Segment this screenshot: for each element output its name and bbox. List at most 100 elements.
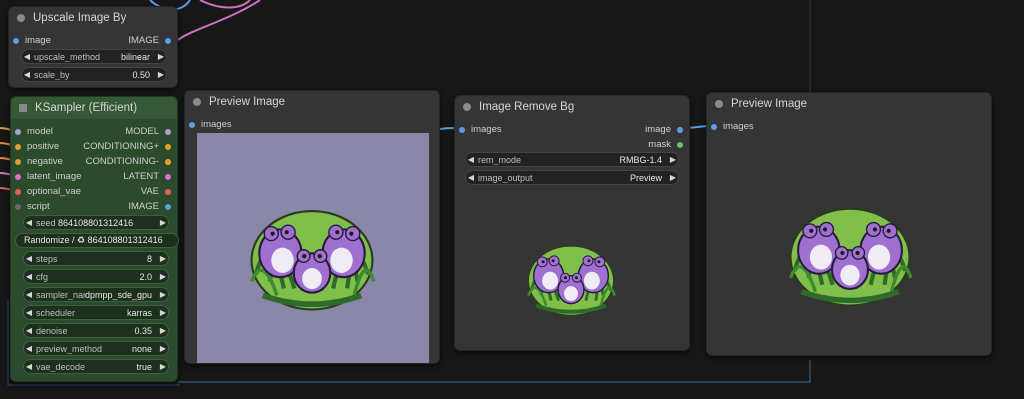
ks-cfg-widget[interactable]: ◀ cfg 2.0 ▶ — [23, 269, 169, 284]
preview-image-node-2[interactable]: Preview Image images — [706, 92, 992, 356]
arrow-left-icon[interactable]: ◀ — [24, 290, 34, 299]
arrow-right-icon[interactable]: ▶ — [156, 52, 166, 61]
preview1-input-images[interactable]: images — [189, 117, 232, 132]
output-socket-icon[interactable] — [165, 143, 171, 150]
image-output-widget[interactable]: ◀ image_output Preview ▶ — [465, 170, 679, 185]
widget-value: 0.50 — [132, 69, 150, 80]
ks-output-cond-neg[interactable]: CONDITIONING- — [86, 154, 171, 169]
ks-output-image[interactable]: IMAGE — [128, 199, 171, 214]
arrow-right-icon[interactable]: ▶ — [156, 70, 166, 79]
arrow-right-icon[interactable]: ▶ — [158, 254, 168, 263]
preview-image-node-1[interactable]: Preview Image images — [184, 90, 440, 364]
upscale-input-image[interactable]: image — [13, 33, 51, 48]
arrow-right-icon[interactable]: ▶ — [158, 362, 168, 371]
seed-value: 864108801312416 — [58, 217, 134, 228]
removebg-output-image[interactable]: image — [645, 122, 683, 137]
arrow-left-icon[interactable]: ◀ — [24, 272, 34, 281]
input-label: image — [25, 35, 51, 46]
arrow-left-icon[interactable]: ◀ — [24, 254, 34, 263]
ks-input-negative[interactable]: negative — [15, 154, 63, 169]
input-socket-icon[interactable] — [15, 188, 21, 195]
ks-randomize-widget[interactable]: Randomize / ♻ 864108801312416 — [15, 233, 179, 248]
input-socket-icon[interactable] — [711, 123, 717, 130]
arrow-right-icon[interactable]: ▶ — [158, 218, 168, 227]
upscale-scale-widget[interactable]: ◀ scale_by 0.50 ▶ — [21, 67, 167, 82]
collapse-dot-icon[interactable] — [17, 14, 25, 22]
input-socket-icon[interactable] — [15, 143, 21, 150]
arrow-left-icon[interactable]: ◀ — [24, 308, 34, 317]
collapse-dot-icon[interactable] — [463, 103, 471, 111]
ks-preview-method-widget[interactable]: ◀ preview_method none ▶ — [23, 341, 169, 356]
output-socket-icon[interactable] — [165, 37, 171, 44]
ksampler-node-header[interactable]: KSampler (Efficient) — [11, 97, 177, 119]
upscale-method-widget[interactable]: ◀ upscale_method bilinear ▶ — [21, 49, 167, 64]
image-remove-bg-node[interactable]: Image Remove Bg images image mask ◀ rem_… — [454, 95, 690, 351]
output-socket-icon[interactable] — [165, 188, 171, 195]
widget-value: 2.0 — [139, 271, 152, 282]
arrow-left-icon[interactable]: ◀ — [22, 70, 32, 79]
removebg-result-image[interactable] — [519, 226, 623, 318]
output-socket-icon[interactable] — [165, 173, 171, 180]
arrow-left-icon[interactable]: ◀ — [24, 218, 34, 227]
upscale-output-image[interactable]: IMAGE — [128, 33, 171, 48]
ks-input-model[interactable]: model — [15, 124, 53, 139]
preview1-image[interactable] — [197, 133, 429, 363]
collapse-square-icon[interactable] — [19, 104, 27, 112]
input-socket-icon[interactable] — [189, 121, 195, 128]
upscale-image-node[interactable]: Upscale Image By image IMAGE ◀ upscale_m… — [8, 6, 178, 88]
removebg-output-mask[interactable]: mask — [648, 137, 683, 152]
ks-input-positive[interactable]: positive — [15, 139, 59, 154]
input-socket-icon[interactable] — [15, 128, 21, 135]
widget-label: sampler_name — [36, 289, 85, 300]
ks-input-vae[interactable]: optional_vae — [15, 184, 81, 199]
arrow-right-icon[interactable]: ▶ — [158, 326, 168, 335]
ks-output-latent[interactable]: LATENT — [123, 169, 171, 184]
output-socket-icon[interactable] — [165, 128, 171, 135]
output-socket-icon[interactable] — [677, 141, 683, 148]
input-socket-icon[interactable] — [15, 158, 21, 165]
ks-denoise-widget[interactable]: ◀ denoise 0.35 ▶ — [23, 323, 169, 338]
ks-sampler-widget[interactable]: ◀ sampler_name dpmpp_sde_gpu ▶ — [23, 287, 169, 302]
input-socket-icon[interactable] — [459, 126, 465, 133]
preview2-input-images[interactable]: images — [711, 119, 754, 134]
input-socket-icon[interactable] — [15, 173, 21, 180]
collapse-dot-icon[interactable] — [193, 98, 201, 106]
ksampler-node[interactable]: KSampler (Efficient) model positive nega… — [10, 96, 179, 382]
arrow-right-icon[interactable]: ▶ — [668, 155, 678, 164]
arrow-right-icon[interactable]: ▶ — [158, 272, 168, 281]
arrow-left-icon[interactable]: ◀ — [466, 155, 476, 164]
preview2-image[interactable] — [777, 181, 923, 309]
arrow-right-icon[interactable]: ▶ — [158, 344, 168, 353]
ks-scheduler-widget[interactable]: ◀ scheduler karras ▶ — [23, 305, 169, 320]
arrow-right-icon[interactable]: ▶ — [668, 173, 678, 182]
preview2-node-header[interactable]: Preview Image — [707, 93, 991, 115]
arrow-left-icon[interactable]: ◀ — [24, 326, 34, 335]
ks-output-model[interactable]: MODEL — [125, 124, 171, 139]
upscale-node-header[interactable]: Upscale Image By — [9, 7, 177, 29]
rem-mode-widget[interactable]: ◀ rem_mode RMBG-1.4 ▶ — [465, 152, 679, 167]
input-socket-icon[interactable] — [13, 37, 19, 44]
output-socket-icon[interactable] — [165, 203, 171, 210]
collapse-dot-icon[interactable] — [715, 100, 723, 108]
arrow-left-icon[interactable]: ◀ — [466, 173, 476, 182]
arrow-right-icon[interactable]: ▶ — [158, 290, 168, 299]
output-socket-icon[interactable] — [165, 158, 171, 165]
ks-steps-widget[interactable]: ◀ steps 8 ▶ — [23, 251, 169, 266]
input-label: images — [201, 119, 232, 130]
arrow-left-icon[interactable]: ◀ — [24, 362, 34, 371]
arrow-left-icon[interactable]: ◀ — [24, 344, 34, 353]
input-socket-icon[interactable] — [15, 203, 21, 210]
ks-output-vae[interactable]: VAE — [141, 184, 171, 199]
removebg-node-header[interactable]: Image Remove Bg — [455, 96, 689, 118]
ks-output-cond-pos[interactable]: CONDITIONING+ — [83, 139, 171, 154]
preview1-node-header[interactable]: Preview Image — [185, 91, 439, 113]
ks-input-script[interactable]: script — [15, 199, 50, 214]
output-socket-icon[interactable] — [677, 126, 683, 133]
ks-seed-widget[interactable]: ◀ seed 864108801312416 ▶ — [23, 215, 169, 230]
arrow-left-icon[interactable]: ◀ — [22, 52, 32, 61]
ks-input-latent[interactable]: latent_image — [15, 169, 81, 184]
ks-vae-decode-widget[interactable]: ◀ vae_decode true ▶ — [23, 359, 169, 374]
arrow-right-icon[interactable]: ▶ — [158, 308, 168, 317]
removebg-input-images[interactable]: images — [459, 122, 502, 137]
output-label: IMAGE — [128, 35, 159, 46]
